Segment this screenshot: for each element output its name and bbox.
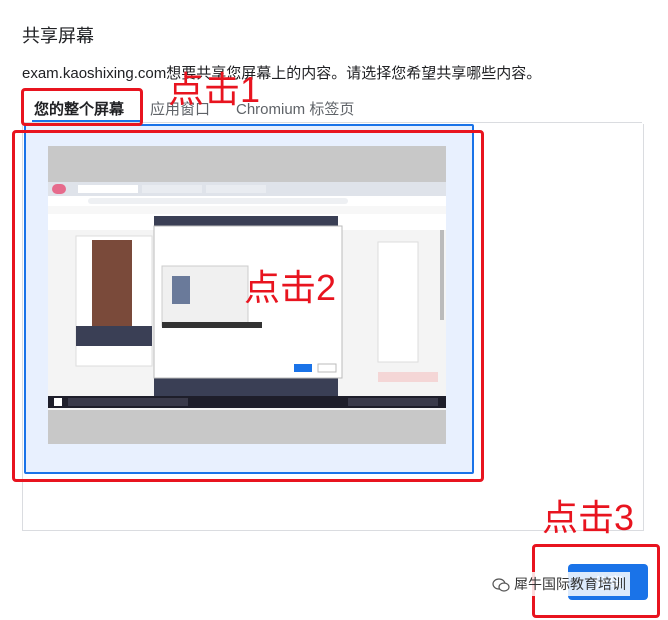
annotation-label-2: 点击2	[244, 267, 337, 308]
dialog-title: 共享屏幕	[22, 26, 94, 46]
watermark: 犀牛国际教育培训	[488, 572, 630, 596]
dialog-description: exam.kaoshixing.com想要共享您屏幕上的内容。请选择您希望共享哪…	[22, 65, 542, 82]
annotation-box-1	[21, 88, 143, 126]
wechat-icon	[492, 578, 510, 592]
share-screen-dialog: 共享屏幕 exam.kaoshixing.com想要共享您屏幕上的内容。请选择您…	[0, 0, 668, 620]
annotation-label-1: 点击1	[168, 69, 261, 110]
annotation-label-3: 点击3	[542, 497, 635, 538]
watermark-text: 犀牛国际教育培训	[514, 576, 626, 592]
